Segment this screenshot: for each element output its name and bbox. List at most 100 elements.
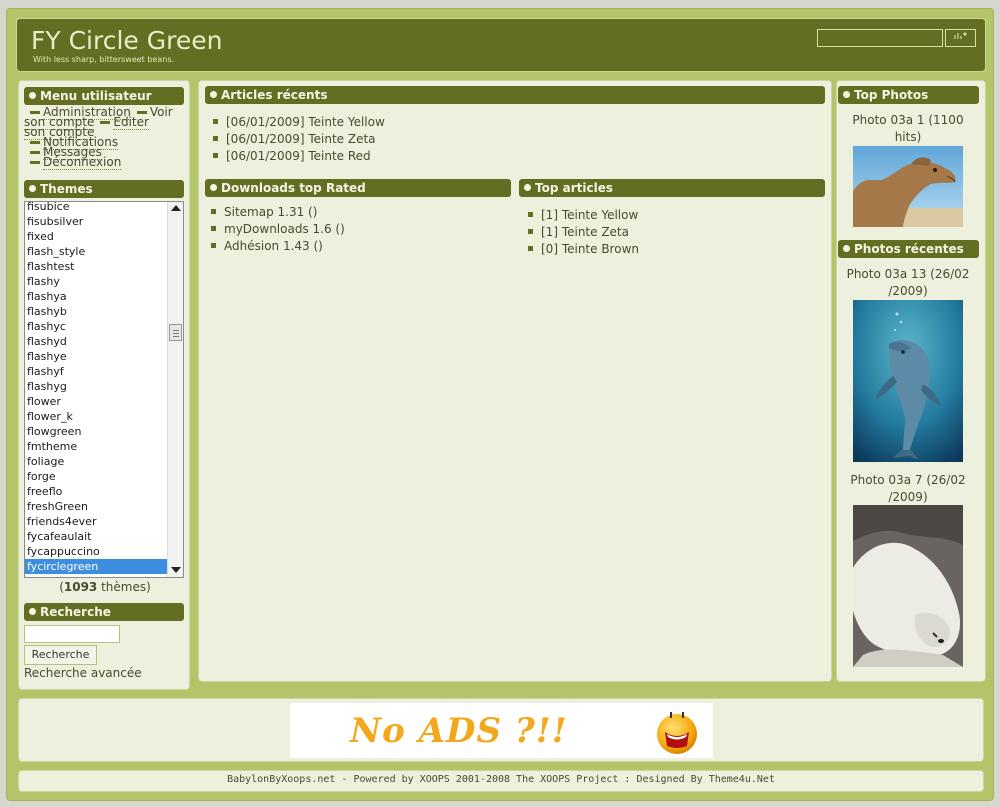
download-item: Sitemap 1.31 () — [211, 204, 345, 221]
downloads-list: Sitemap 1.31 () myDownloads 1.6 () Adhésio… — [211, 204, 345, 255]
recent-photo-caption-1[interactable]: Photo 03a 13 (26/02/2009) — [838, 266, 978, 300]
bullet-icon — [843, 245, 850, 252]
theme-option[interactable]: flashtest — [25, 259, 168, 274]
theme-option[interactable]: fycafeaulait — [25, 529, 168, 544]
theme-option[interactable]: forge — [25, 469, 168, 484]
recent-article-item: [06/01/2009] Teinte Red — [213, 148, 385, 165]
top-photos-title: Top Photos — [838, 86, 979, 104]
dash-icon — [30, 111, 40, 114]
bullet-icon — [29, 608, 36, 615]
theme-option[interactable]: fisubice — [25, 202, 168, 214]
square-bullet-icon — [211, 243, 216, 248]
user-menu-title: Menu utilisateur — [24, 87, 184, 105]
dash-icon — [136, 111, 147, 114]
themes-title: Themes — [24, 180, 184, 198]
scroll-up-arrow-icon[interactable] — [171, 205, 181, 211]
theme-option[interactable]: fycirclegreen — [25, 559, 168, 574]
theme-option[interactable]: flashyd — [25, 334, 168, 349]
recent-articles-title: Articles récents — [205, 86, 825, 104]
theme-option[interactable]: fycappuccino — [25, 544, 168, 559]
theme-option[interactable]: fixed — [25, 229, 168, 244]
recent-article-item: [06/01/2009] Teinte Yellow — [213, 114, 385, 131]
menu-item-editer[interactable]: Editer — [113, 115, 149, 130]
camel-photo-icon — [853, 146, 963, 227]
theme-option[interactable]: foliage — [25, 454, 168, 469]
bullet-icon — [210, 91, 217, 98]
header-search-icon — [954, 32, 967, 39]
search-button[interactable]: Recherche — [24, 645, 97, 665]
square-bullet-icon — [213, 119, 218, 124]
theme-option[interactable]: fisubsilver — [25, 214, 168, 229]
search-title: Recherche — [24, 603, 184, 621]
theme-option[interactable]: freshGreen — [25, 499, 168, 514]
theme-option[interactable]: flashyg — [25, 379, 168, 394]
theme-option[interactable]: flowgreen — [25, 424, 168, 439]
recent-article-link[interactable]: [06/01/2009] Teinte Zeta — [226, 132, 376, 146]
recent-article-link[interactable]: [06/01/2009] Teinte Yellow — [226, 115, 385, 129]
recent-articles-list: [06/01/2009] Teinte Yellow [06/01/2009] T… — [213, 114, 385, 165]
top-articles-title: Top articles — [519, 179, 825, 197]
theme-option[interactable]: flashye — [25, 349, 168, 364]
bullet-icon — [524, 184, 531, 191]
theme-option[interactable]: fmtheme — [25, 439, 168, 454]
square-bullet-icon — [213, 136, 218, 141]
themes-select-list[interactable]: fisubice fisubsilver fixed flash_style flash… — [24, 201, 184, 578]
recent-photo-dolphin[interactable] — [853, 300, 963, 462]
download-item: myDownloads 1.6 () — [211, 221, 345, 238]
user-menu: Administration Voir son compte Editer son … — [24, 105, 186, 174]
top-article-link[interactable]: [1] Teinte Yellow — [541, 208, 638, 222]
no-ads-banner[interactable]: No ADS ?!! — [290, 703, 713, 758]
recent-photos-title: Photos récentes — [838, 240, 979, 258]
polar-bear-photo-icon — [853, 505, 963, 667]
top-article-item: [0] Teinte Brown — [528, 241, 639, 258]
theme-option[interactable]: flashyc — [25, 319, 168, 334]
theme-option[interactable]: flashya — [25, 289, 168, 304]
bullet-icon — [29, 185, 36, 192]
top-article-item: [1] Teinte Yellow — [528, 207, 639, 224]
square-bullet-icon — [528, 212, 533, 217]
site-title[interactable]: FY Circle Green — [31, 26, 222, 55]
header-search-button[interactable] — [945, 29, 976, 47]
menu-item-voir[interactable]: Voir — [150, 105, 173, 119]
recent-article-link[interactable]: [06/01/2009] Teinte Red — [226, 149, 371, 163]
dash-icon — [30, 151, 40, 154]
site-slogan: With less sharp, bittersweet beans. — [33, 55, 175, 64]
header-search-input[interactable] — [817, 29, 943, 47]
top-article-link[interactable]: [1] Teinte Zeta — [541, 225, 629, 239]
dash-icon — [100, 121, 111, 124]
theme-option[interactable]: flashyf — [25, 364, 168, 379]
menu-item-deconnexion[interactable]: Déconnexion — [43, 155, 122, 170]
theme-option[interactable]: flower — [25, 394, 168, 409]
top-article-item: [1] Teinte Zeta — [528, 224, 639, 241]
scroll-thumb[interactable] — [169, 324, 182, 341]
downloads-title: Downloads top Rated — [205, 179, 511, 197]
theme-option[interactable]: flower_k — [25, 409, 168, 424]
bullet-icon — [29, 92, 36, 99]
search-input[interactable] — [24, 625, 120, 643]
site-header: FY Circle Green With less sharp, bitters… — [16, 18, 986, 72]
dolphin-photo-icon — [853, 300, 963, 462]
top-photo-caption[interactable]: Photo 03a 1 (1100 hits) — [838, 112, 978, 146]
theme-option[interactable]: friends4ever — [25, 514, 168, 529]
theme-option[interactable]: flash_style — [25, 244, 168, 259]
theme-option[interactable]: flashyb — [25, 304, 168, 319]
square-bullet-icon — [528, 229, 533, 234]
download-link[interactable]: Adhésion 1.43 () — [224, 239, 323, 253]
theme-option[interactable]: freeflo — [25, 484, 168, 499]
download-link[interactable]: myDownloads 1.6 () — [224, 222, 345, 236]
recent-photo-polar-bear[interactable] — [853, 505, 963, 667]
advanced-search-link[interactable]: Recherche avancée — [24, 666, 142, 680]
bullet-icon — [210, 184, 217, 191]
download-link[interactable]: Sitemap 1.31 () — [224, 205, 317, 219]
theme-option[interactable]: flashy — [25, 274, 168, 289]
themes-scrollbar[interactable] — [167, 202, 183, 577]
themes-count: (1093 thèmes) — [59, 580, 151, 594]
recent-photo-caption-2[interactable]: Photo 03a 7 (26/02/2009) — [838, 472, 978, 506]
top-article-link[interactable]: [0] Teinte Brown — [541, 242, 639, 256]
footer-credits: BabylonByXoops.net - Powered by XOOPS 20… — [227, 774, 775, 785]
dash-icon — [30, 141, 40, 144]
scroll-down-arrow-icon[interactable] — [171, 567, 181, 573]
top-photo-camel[interactable] — [853, 146, 963, 227]
square-bullet-icon — [528, 246, 533, 251]
recent-article-item: [06/01/2009] Teinte Zeta — [213, 131, 385, 148]
